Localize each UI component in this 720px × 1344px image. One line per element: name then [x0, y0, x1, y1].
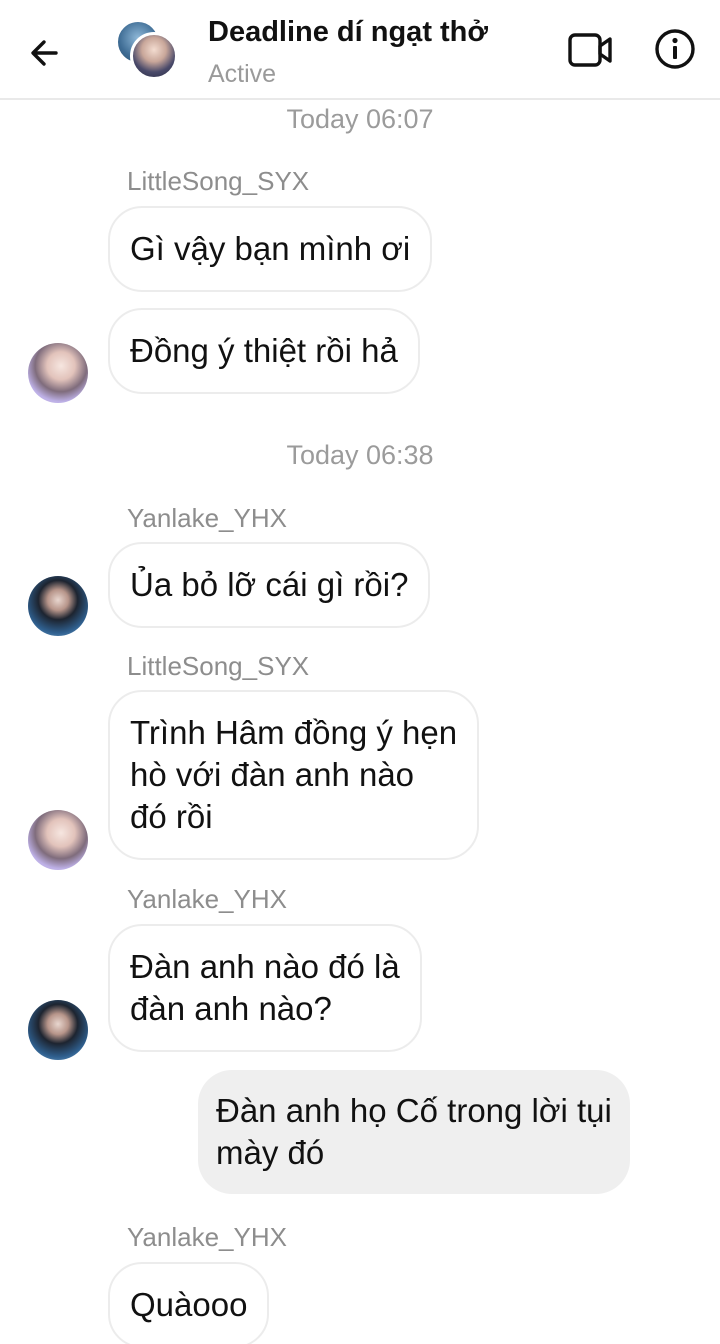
- avatar-littlesong[interactable]: [28, 343, 88, 403]
- message-bubble[interactable]: Đồng ý thiệt rồi hả: [108, 308, 420, 394]
- avatar-yanlake[interactable]: [28, 1000, 88, 1060]
- message-line: hò với đàn anh nào: [130, 756, 415, 793]
- info-button[interactable]: [652, 26, 698, 72]
- message-line: Gì vậy bạn mình ơi: [130, 230, 411, 267]
- message-line: Ủa bỏ lỡ cái gì rồi?: [130, 566, 409, 603]
- sender-name: Yanlake_YHX: [127, 503, 287, 533]
- avatar-yanlake[interactable]: [28, 576, 88, 636]
- sender-name: Yanlake_YHX: [127, 1222, 287, 1252]
- message-bubble[interactable]: Gì vậy bạn mình ơi: [108, 206, 433, 292]
- sender-name: Yanlake_YHX: [127, 884, 287, 914]
- message-line: Đàn anh họ Cố trong lời tụi: [216, 1092, 612, 1129]
- video-call-button[interactable]: [566, 28, 616, 72]
- timestamp: Today 06:07: [286, 104, 434, 134]
- timestamp: Today 06:38: [286, 440, 434, 470]
- message-bubble[interactable]: Trình Hâm đồng ý hẹn hò với đàn anh nào …: [108, 690, 480, 860]
- back-button[interactable]: [22, 30, 68, 76]
- outgoing-message-bubble[interactable]: Đàn anh họ Cố trong lời tụi mày đó: [198, 1070, 630, 1194]
- avatar-littlesong[interactable]: [28, 810, 88, 870]
- active-status: Active: [208, 60, 277, 88]
- video-call-icon: [568, 33, 612, 67]
- message-line: Quàooo: [130, 1286, 248, 1323]
- group-avatar-front-photo: [130, 32, 178, 80]
- message-line: Trình Hâm đồng ý hẹn: [130, 714, 458, 751]
- message-bubble[interactable]: Quàooo: [108, 1262, 270, 1344]
- message-bubble[interactable]: Ủa bỏ lỡ cái gì rồi?: [108, 542, 431, 628]
- message-line: đó rồi: [130, 798, 213, 835]
- sender-name: LittleSong_SYX: [127, 166, 310, 196]
- info-icon: [655, 29, 695, 69]
- group-avatar[interactable]: [116, 20, 178, 82]
- chat-header: Deadline dí ngạt thở Active: [0, 0, 720, 100]
- message-line: đàn anh nào?: [130, 990, 332, 1027]
- chat-title[interactable]: Deadline dí ngạt thở: [208, 16, 488, 49]
- message-bubble[interactable]: Đàn anh nào đó là đàn anh nào?: [108, 924, 422, 1052]
- message-line: Đàn anh nào đó là: [130, 948, 400, 985]
- sender-name: LittleSong_SYX: [127, 651, 310, 681]
- message-line: mày đó: [216, 1134, 325, 1171]
- message-line: Đồng ý thiệt rồi hả: [130, 332, 398, 369]
- back-arrow-icon: [31, 40, 58, 66]
